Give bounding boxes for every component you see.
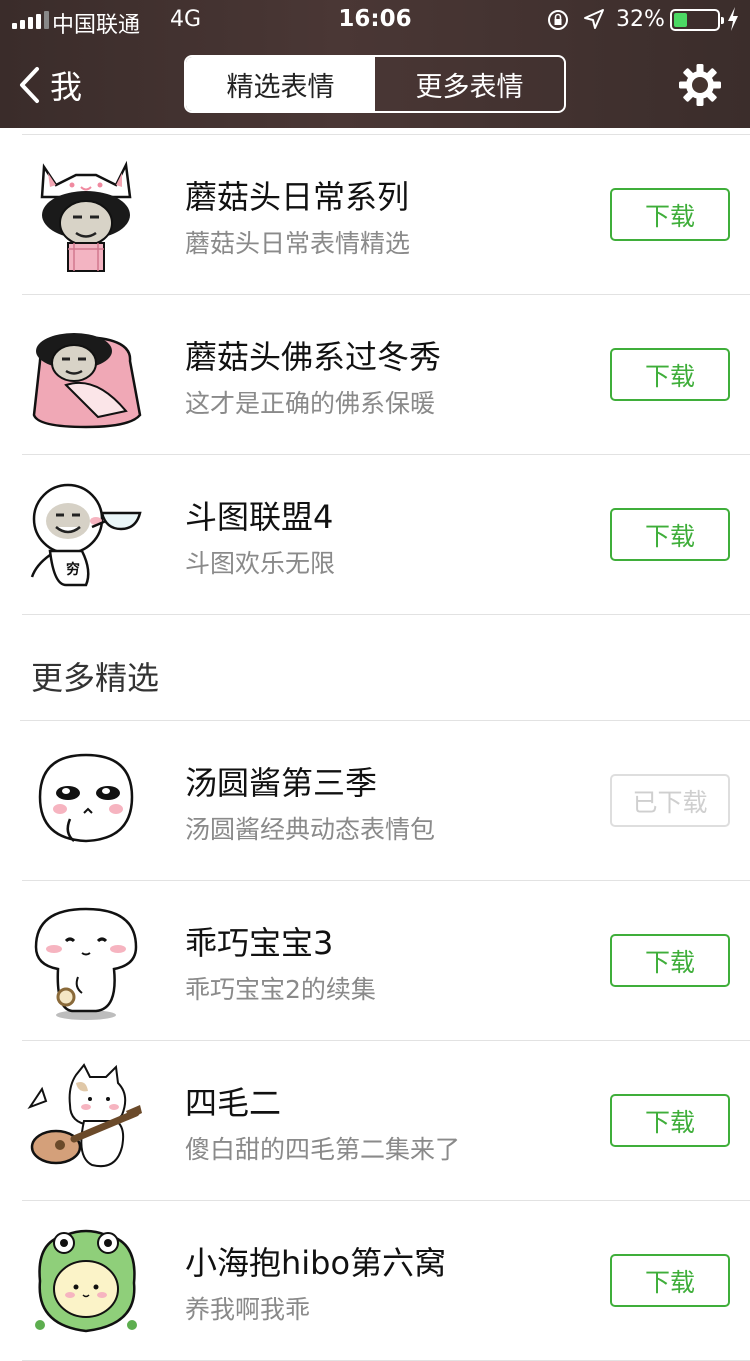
sticker-subtitle: 斗图欢乐无限 <box>185 549 336 578</box>
tab-switcher: 精选表情 更多表情 <box>184 55 566 113</box>
mushroom-head-cat-hat-sticker <box>40 160 132 272</box>
top-bar: 中国联通 4G 16:06 32% 我 精选表情 更多表情 <box>0 0 750 128</box>
doutu-bowl-character-sticker: 穷 <box>30 483 142 587</box>
sticker-title: 蘑菇头日常系列 <box>185 178 410 216</box>
sticker-item[interactable]: 四毛二 傻白甜的四毛第二集来了 下载 <box>22 1041 750 1201</box>
section-header: 更多精选 <box>20 615 750 721</box>
sticker-title: 蘑菇头佛系过冬秀 <box>185 338 442 376</box>
mushroom-head-blanket-sticker <box>32 333 142 429</box>
sticker-title: 小海抱hibo第六窝 <box>185 1244 447 1282</box>
download-button[interactable]: 下载 <box>610 1094 730 1147</box>
sticker-item[interactable]: 蘑菇头佛系过冬秀 这才是正确的佛系保暖 下载 <box>22 295 750 455</box>
sticker-title: 四毛二 <box>185 1084 282 1122</box>
battery-icon <box>670 9 724 31</box>
download-button[interactable]: 下载 <box>610 934 730 987</box>
sticker-item[interactable]: 小海抱hibo第六窝 养我啊我乖 下载 <box>22 1201 750 1361</box>
charging-bolt-icon <box>728 7 738 31</box>
sticker-item[interactable]: 蘑菇头日常系列 蘑菇头日常表情精选 下载 <box>22 135 750 295</box>
frog-hoodie-sticker <box>35 1229 137 1333</box>
badge-text: 穷 <box>66 561 80 578</box>
downloaded-button: 已下载 <box>610 774 730 827</box>
download-button[interactable]: 下载 <box>610 1254 730 1307</box>
sticker-list: 蘑菇头日常系列 蘑菇头日常表情精选 下载 蘑菇头佛系过冬秀 这才是正确的佛系保暖… <box>0 128 750 1361</box>
sticker-subtitle: 傻白甜的四毛第二集来了 <box>185 1135 461 1164</box>
sticker-subtitle: 这才是正确的佛系保暖 <box>185 389 436 418</box>
cat-with-guitar-sticker <box>27 1063 142 1168</box>
sticker-title: 乖巧宝宝3 <box>185 924 334 962</box>
settings-gear-icon[interactable] <box>677 62 723 108</box>
sticker-item[interactable]: 汤圆酱第三季 汤圆酱经典动态表情包 已下载 <box>22 721 750 881</box>
tab-featured[interactable]: 精选表情 <box>186 57 375 111</box>
back-button[interactable]: 我 <box>18 62 82 108</box>
tab-more[interactable]: 更多表情 <box>375 57 564 111</box>
location-arrow-icon <box>584 9 604 29</box>
battery-percent: 32% <box>616 7 665 32</box>
sticker-item[interactable]: 穷 斗图联盟4 斗图欢乐无限 下载 <box>22 455 750 615</box>
sticker-title: 斗图联盟4 <box>185 498 334 536</box>
tangyuan-sticker <box>38 753 134 843</box>
section-title: 更多精选 <box>31 659 160 697</box>
status-bar: 中国联通 4G 16:06 32% <box>0 0 750 40</box>
sticker-item[interactable]: 乖巧宝宝3 乖巧宝宝2的续集 下载 <box>22 881 750 1041</box>
sticker-subtitle: 汤圆酱经典动态表情包 <box>185 815 436 844</box>
cute-baby-sticker <box>34 907 138 1020</box>
download-button[interactable]: 下载 <box>610 508 730 561</box>
rotation-lock-icon <box>548 10 568 30</box>
back-label: 我 <box>50 68 83 106</box>
chevron-left-icon <box>20 67 39 103</box>
sticker-subtitle: 乖巧宝宝2的续集 <box>185 975 376 1004</box>
sticker-subtitle: 养我啊我乖 <box>185 1295 311 1324</box>
download-button[interactable]: 下载 <box>610 188 730 241</box>
sticker-subtitle: 蘑菇头日常表情精选 <box>185 229 411 258</box>
sticker-title: 汤圆酱第三季 <box>185 764 378 802</box>
download-button[interactable]: 下载 <box>610 348 730 401</box>
